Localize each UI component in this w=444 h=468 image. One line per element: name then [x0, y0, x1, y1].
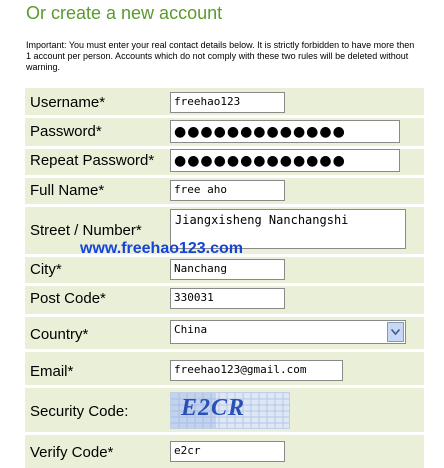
registration-form: Username* freehao123 Password* ●●●●●●●●●…: [25, 88, 424, 468]
country-selected-value: China: [174, 323, 208, 336]
street-label: Street / Number*: [30, 222, 142, 239]
account-rules-notice: Important: You must enter your real cont…: [26, 40, 415, 72]
password-label: Password*: [30, 123, 102, 140]
captcha-image: E2CR: [170, 392, 290, 429]
verify-code-field[interactable]: e2cr: [170, 441, 285, 462]
city-field[interactable]: Nanchang: [170, 259, 285, 280]
verify-code-label: Verify Code*: [30, 444, 114, 461]
row-divider: [25, 349, 424, 352]
post-code-label: Post Code*: [30, 290, 106, 307]
repeat-password-label: Repeat Password*: [30, 152, 155, 169]
email-label: Email*: [30, 363, 74, 380]
row-divider: [25, 432, 424, 435]
repeat-password-field[interactable]: ●●●●●●●●●●●●●: [170, 149, 400, 172]
username-field[interactable]: freehao123: [170, 92, 285, 113]
full-name-field[interactable]: free aho: [170, 180, 285, 201]
security-code-label: Security Code:: [30, 403, 129, 420]
password-field[interactable]: ●●●●●●●●●●●●●: [170, 120, 400, 143]
row-divider: [25, 314, 424, 317]
site-watermark: www.freehao123.com: [80, 240, 244, 257]
row-divider: [25, 115, 424, 118]
post-code-field[interactable]: 330031: [170, 288, 285, 309]
chevron-down-icon[interactable]: [387, 322, 404, 342]
row-divider: [25, 385, 424, 388]
row-divider: [25, 175, 424, 178]
page-title: Or create a new account: [26, 3, 223, 23]
email-field[interactable]: freehao123@gmail.com: [170, 360, 343, 381]
username-label: Username*: [30, 94, 106, 111]
full-name-label: Full Name*: [30, 182, 105, 199]
row-divider: [25, 283, 424, 286]
country-label: Country*: [30, 326, 89, 343]
row-divider: [25, 204, 424, 207]
captcha-text: E2CR: [181, 395, 246, 421]
country-select[interactable]: China: [170, 320, 406, 344]
city-label: City*: [30, 261, 62, 278]
